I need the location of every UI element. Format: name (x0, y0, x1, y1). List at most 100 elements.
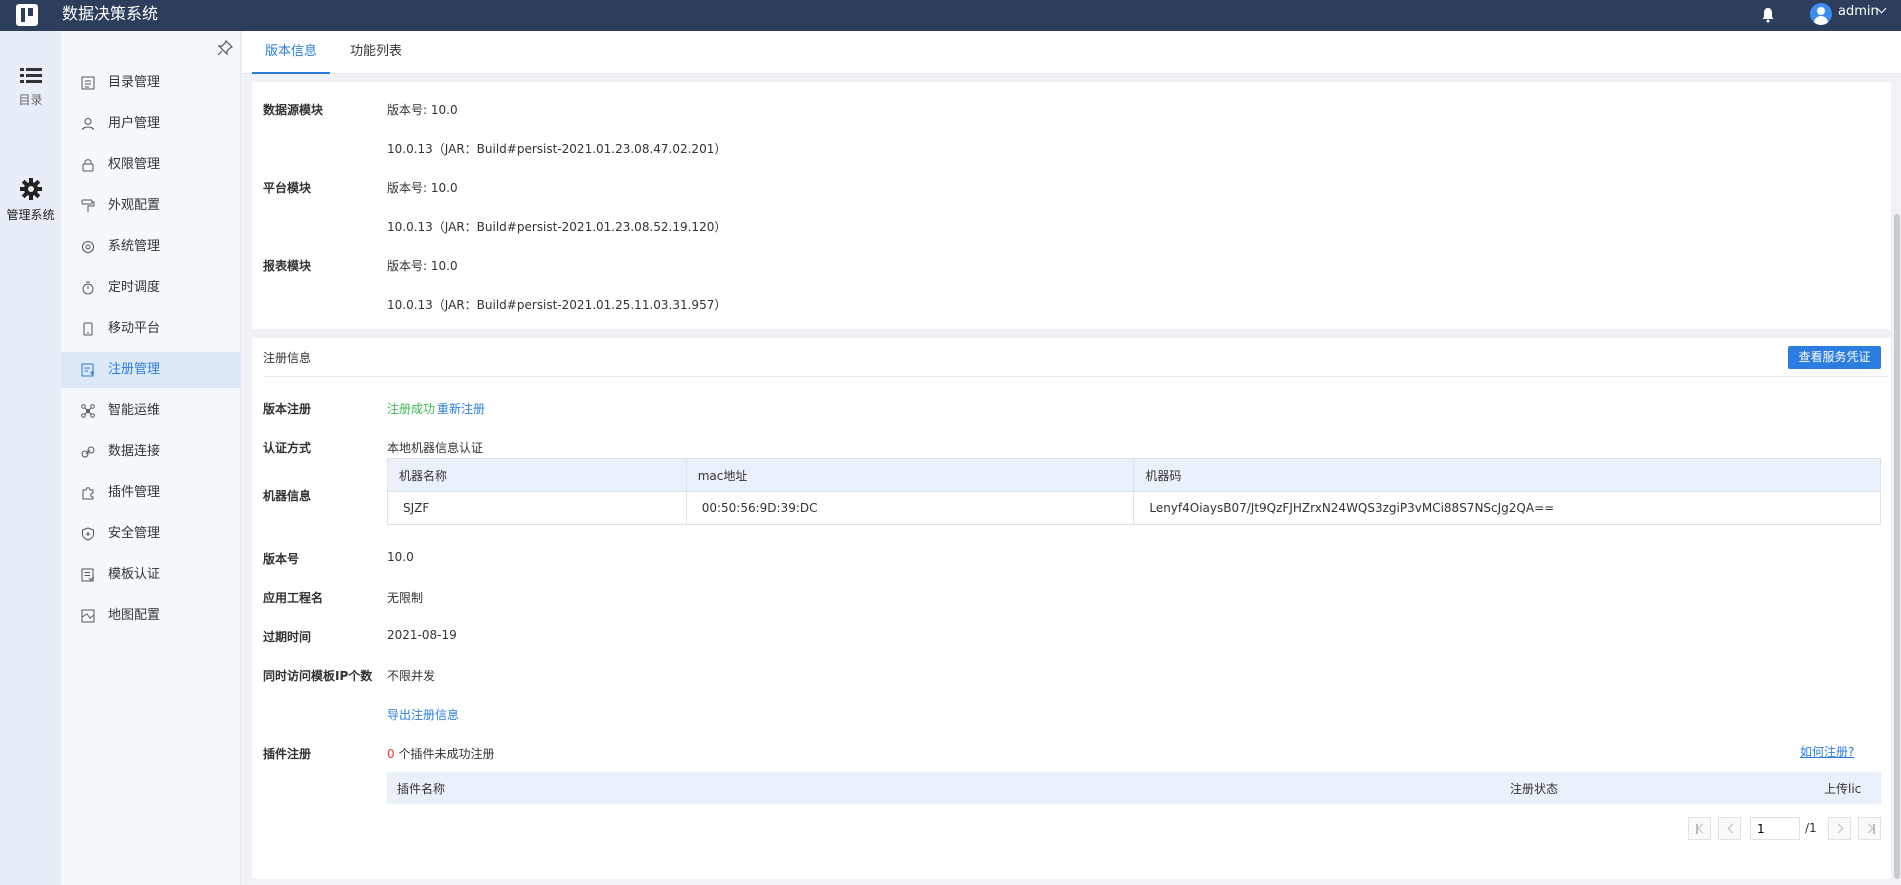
column-header: mac地址 (685, 458, 1135, 492)
register-status: 注册成功 (387, 402, 436, 416)
plugin-table-header: 插件名称 注册状态 上传lic (387, 772, 1881, 804)
network-icon (81, 404, 95, 418)
top-bar: 数据决策系统 admin (0, 0, 1901, 31)
module-version: 版本号: 10.0 (387, 103, 458, 117)
rail-label: 管理系统 (6, 208, 55, 222)
plugin-register-summary: 0 个插件未成功注册 (387, 745, 494, 762)
module-version-panel: 数据源模块 版本号: 10.0 10.0.13（JAR：Build#persis… (252, 82, 1891, 329)
how-to-register-link[interactable]: 如何注册? (1800, 743, 1854, 760)
user-name[interactable]: admin (1838, 3, 1879, 21)
menu-item-label: 数据连接 (108, 444, 161, 459)
first-page-button[interactable] (1688, 817, 1711, 840)
menu-item-appearance[interactable]: 外观配置 (61, 188, 241, 224)
column-header: 机器码 (1133, 458, 1881, 492)
menu-item-label: 权限管理 (108, 157, 161, 172)
version-register-label: 版本注册 (263, 402, 312, 416)
lock-icon (82, 159, 94, 172)
menu-item-schedule[interactable]: 定时调度 (61, 270, 241, 306)
concurrent-ip-value: 不限并发 (387, 669, 436, 683)
machine-name-cell: SJZF (387, 491, 687, 525)
menu-item-label: 智能运维 (108, 403, 161, 418)
app-title: 数据决策系统 (62, 4, 159, 23)
table-row: SJZF 00:50:56:9D:39:DC Lenyf4OiaysB07/Jt… (387, 491, 1881, 525)
app-logo[interactable] (16, 4, 38, 26)
version-value: 10.0 (387, 550, 414, 564)
column-header: 插件名称 (397, 782, 446, 796)
menu-item-system[interactable]: 系统管理 (61, 229, 241, 265)
bell-icon[interactable] (1761, 7, 1775, 23)
menu-item-label: 安全管理 (108, 526, 161, 541)
list-icon (19, 68, 42, 83)
module-build: 10.0.13（JAR：Build#persist-2021.01.23.08.… (387, 220, 727, 234)
template-icon (81, 568, 95, 582)
menu-item-template-auth[interactable]: 模板认证 (61, 557, 241, 593)
map-icon (81, 609, 95, 623)
menu-item-user[interactable]: 用户管理 (61, 106, 241, 142)
menu-item-permission[interactable]: 权限管理 (61, 147, 241, 183)
rail-label: 目录 (18, 93, 43, 107)
machine-code-cell: Lenyf4OiaysB07/Jt9QzFJHZrxN24WQS3zgiP3vM… (1133, 491, 1881, 525)
plugin-register-label: 插件注册 (263, 747, 312, 761)
prev-page-button[interactable] (1718, 817, 1741, 840)
tab-feature-list[interactable]: 功能列表 (340, 31, 412, 74)
next-page-button[interactable] (1828, 817, 1851, 840)
machine-info-label: 机器信息 (263, 489, 312, 503)
link-icon (81, 446, 95, 458)
menu-item-plugin[interactable]: 插件管理 (61, 475, 241, 511)
reregister-link[interactable]: 重新注册 (437, 400, 485, 417)
mobile-icon (83, 322, 93, 336)
tab-bar: 版本信息 功能列表 (242, 31, 1901, 74)
puzzle-icon (82, 487, 94, 500)
gear-icon (19, 178, 42, 200)
pin-icon[interactable] (217, 40, 233, 56)
rail-item-management[interactable]: 管理系统 (0, 178, 61, 223)
user-avatar[interactable] (1810, 3, 1832, 25)
column-header: 上传lic (1824, 782, 1862, 796)
module-name: 报表模块 (263, 259, 312, 273)
registration-panel: 注册信息 查看服务凭证 版本注册 注册成功 重新注册 认证方式 本地机器信息认证… (252, 338, 1891, 879)
main-content: 版本信息 功能列表 数据源模块 版本号: 10.0 10.0.13（JAR：Bu… (242, 31, 1901, 885)
stopwatch-icon (82, 281, 94, 295)
page-number-input[interactable] (1750, 817, 1800, 840)
menu-item-directory[interactable]: 目录管理 (61, 65, 241, 101)
export-registration-link[interactable]: 导出注册信息 (387, 706, 459, 723)
auth-method-value: 本地机器信息认证 (387, 441, 484, 455)
menu-item-label: 外观配置 (108, 198, 161, 213)
menu-item-mobile[interactable]: 移动平台 (61, 311, 241, 347)
scrollbar[interactable] (1894, 214, 1900, 879)
menu-item-map[interactable]: 地图配置 (61, 598, 241, 634)
management-menu: 目录管理 用户管理 权限管理 外观配置 系统管理 定时调度 移动平台 注册管理 … (61, 31, 241, 885)
menu-item-label: 定时调度 (108, 280, 161, 295)
menu-item-label: 模板认证 (108, 567, 161, 582)
menu-item-label: 系统管理 (108, 239, 161, 254)
menu-item-register[interactable]: 注册管理 (61, 352, 241, 388)
menu-item-ops[interactable]: 智能运维 (61, 393, 241, 429)
menu-item-security[interactable]: 安全管理 (61, 516, 241, 552)
module-name: 平台模块 (263, 181, 312, 195)
page-total: /1 (1805, 821, 1817, 835)
rail-item-directory[interactable]: 目录 (0, 67, 61, 108)
module-version: 版本号: 10.0 (387, 259, 458, 273)
tab-version-info[interactable]: 版本信息 (252, 31, 330, 74)
primary-nav: 目录 管理系统 (0, 31, 61, 885)
menu-item-label: 插件管理 (108, 485, 161, 500)
menu-item-data-connection[interactable]: 数据连接 (61, 434, 241, 470)
version-label: 版本号 (263, 552, 300, 566)
menu-item-label: 注册管理 (108, 362, 161, 377)
directory-icon (81, 76, 95, 90)
auth-method-label: 认证方式 (263, 441, 312, 455)
column-header: 注册状态 (1510, 782, 1559, 796)
user-icon (82, 118, 94, 131)
shield-icon (82, 527, 94, 541)
plugin-fail-text: 个插件未成功注册 (394, 747, 495, 761)
module-build: 10.0.13（JAR：Build#persist-2021.01.23.08.… (387, 142, 727, 156)
menu-item-label: 移动平台 (108, 321, 161, 336)
view-credential-button[interactable]: 查看服务凭证 (1788, 346, 1881, 369)
menu-item-label: 用户管理 (108, 116, 161, 131)
menu-item-label: 目录管理 (108, 75, 161, 90)
plugin-fail-count: 0 (387, 747, 395, 761)
app-name-label: 应用工程名 (263, 591, 324, 605)
last-page-button[interactable] (1858, 817, 1881, 840)
app-name-value: 无限制 (387, 591, 424, 605)
expire-label: 过期时间 (263, 630, 312, 644)
